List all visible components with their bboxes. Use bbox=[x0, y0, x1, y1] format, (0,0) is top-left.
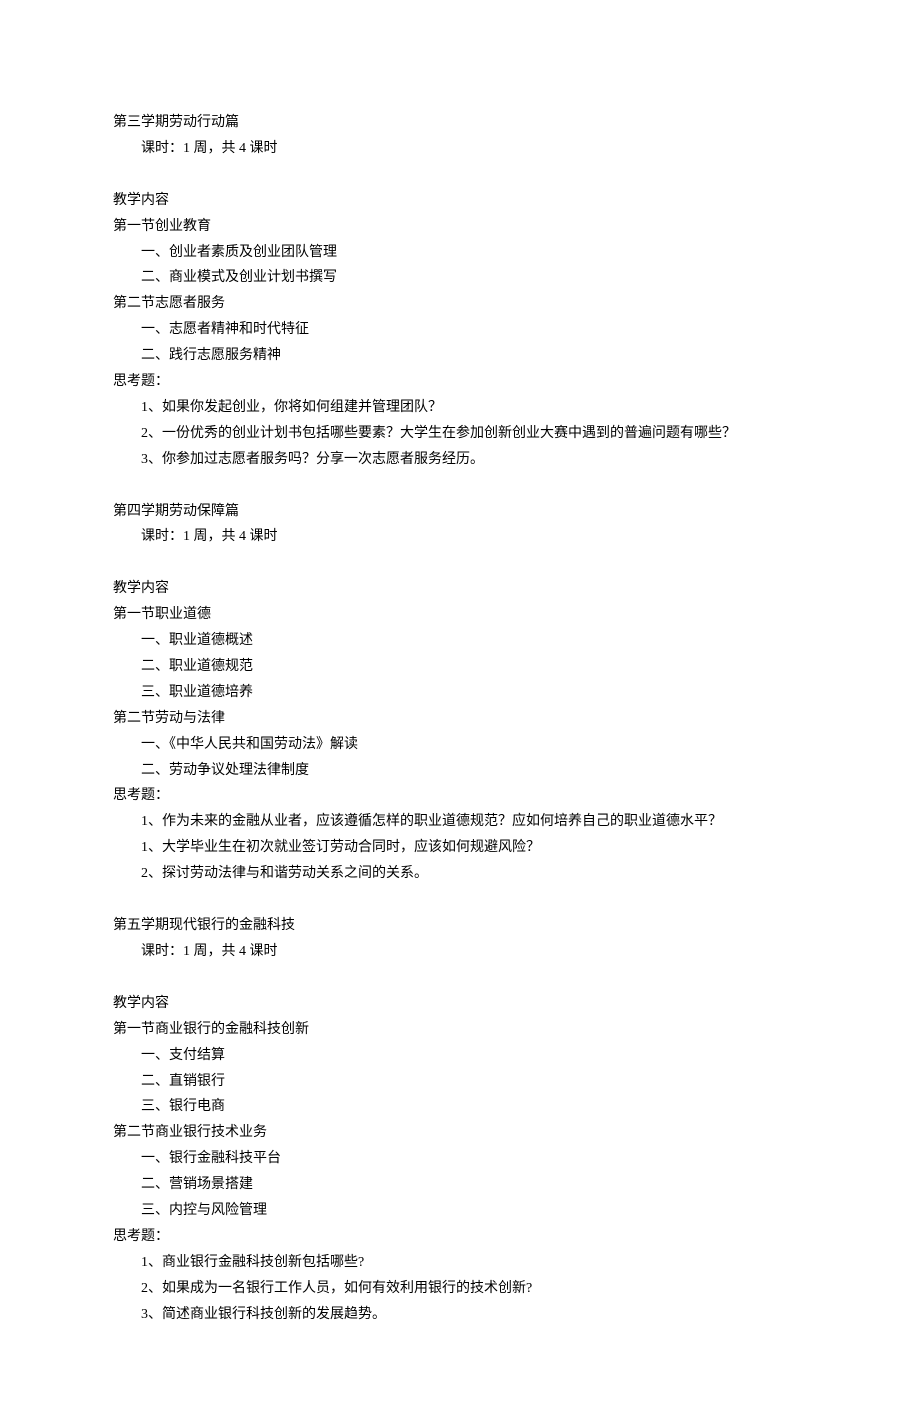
section1-item1: 一、支付结算 bbox=[113, 1043, 807, 1069]
section1-item2: 二、职业道德规范 bbox=[113, 654, 807, 680]
semester5-duration: 课时：1 周，共 4 课时 bbox=[113, 939, 807, 965]
section2-item2: 二、营销场景搭建 bbox=[113, 1172, 807, 1198]
semester4-content: 教学内容 第一节职业道德 一、职业道德概述 二、职业道德规范 三、职业道德培养 … bbox=[113, 576, 807, 887]
question-3: 2、探讨劳动法律与和谐劳动关系之间的关系。 bbox=[113, 861, 807, 887]
question-1: 1、商业银行金融科技创新包括哪些? bbox=[113, 1250, 807, 1276]
content-header: 教学内容 bbox=[113, 991, 807, 1017]
semester3-content: 教学内容 第一节创业教育 一、创业者素质及创业团队管理 二、商业模式及创业计划书… bbox=[113, 188, 807, 473]
semester5-block: 第五学期现代银行的金融科技 课时：1 周，共 4 课时 bbox=[113, 913, 807, 965]
section1-title: 第一节职业道德 bbox=[113, 602, 807, 628]
question-2: 2、一份优秀的创业计划书包括哪些要素？大学生在参加创新创业大赛中遇到的普遍问题有… bbox=[113, 421, 807, 447]
section1-item1: 一、职业道德概述 bbox=[113, 628, 807, 654]
content-header: 教学内容 bbox=[113, 576, 807, 602]
section1-item3: 三、银行电商 bbox=[113, 1094, 807, 1120]
content-header: 教学内容 bbox=[113, 188, 807, 214]
questions-header: 思考题： bbox=[113, 1224, 807, 1250]
section2-title: 第二节劳动与法律 bbox=[113, 706, 807, 732]
section2-item1: 一、《中华人民共和国劳动法》解读 bbox=[113, 732, 807, 758]
section2-title: 第二节志愿者服务 bbox=[113, 291, 807, 317]
question-2: 1、大学毕业生在初次就业签订劳动合同时，应该如何规避风险？ bbox=[113, 835, 807, 861]
section1-item2: 二、直销银行 bbox=[113, 1069, 807, 1095]
question-3: 3、你参加过志愿者服务吗？分享一次志愿者服务经历。 bbox=[113, 447, 807, 473]
section2-item2: 二、劳动争议处理法律制度 bbox=[113, 758, 807, 784]
section1-item1: 一、创业者素质及创业团队管理 bbox=[113, 240, 807, 266]
semester4-duration: 课时：1 周，共 4 课时 bbox=[113, 524, 807, 550]
semester3-duration: 课时：1 周，共 4 课时 bbox=[113, 136, 807, 162]
section2-item1: 一、银行金融科技平台 bbox=[113, 1146, 807, 1172]
question-2: 2、如果成为一名银行工作人员，如何有效利用银行的技术创新? bbox=[113, 1276, 807, 1302]
section2-title: 第二节商业银行技术业务 bbox=[113, 1120, 807, 1146]
semester3-block: 第三学期劳动行动篇 课时：1 周，共 4 课时 bbox=[113, 110, 807, 162]
section1-item2: 二、商业模式及创业计划书撰写 bbox=[113, 265, 807, 291]
question-1: 1、作为未来的金融从业者，应该遵循怎样的职业道德规范？应如何培养自己的职业道德水… bbox=[113, 809, 807, 835]
semester5-content: 教学内容 第一节商业银行的金融科技创新 一、支付结算 二、直销银行 三、银行电商… bbox=[113, 991, 807, 1328]
questions-header: 思考题： bbox=[113, 783, 807, 809]
semester4-block: 第四学期劳动保障篇 课时：1 周，共 4 课时 bbox=[113, 499, 807, 551]
semester4-title: 第四学期劳动保障篇 bbox=[113, 499, 807, 525]
section1-title: 第一节创业教育 bbox=[113, 214, 807, 240]
section2-item1: 一、志愿者精神和时代特征 bbox=[113, 317, 807, 343]
question-1: 1、如果你发起创业，你将如何组建并管理团队？ bbox=[113, 395, 807, 421]
section2-item2: 二、践行志愿服务精神 bbox=[113, 343, 807, 369]
questions-header: 思考题： bbox=[113, 369, 807, 395]
question-3: 3、简述商业银行科技创新的发展趋势。 bbox=[113, 1302, 807, 1328]
section1-item3: 三、职业道德培养 bbox=[113, 680, 807, 706]
semester3-title: 第三学期劳动行动篇 bbox=[113, 110, 807, 136]
section2-item3: 三、内控与风险管理 bbox=[113, 1198, 807, 1224]
semester5-title: 第五学期现代银行的金融科技 bbox=[113, 913, 807, 939]
section1-title: 第一节商业银行的金融科技创新 bbox=[113, 1017, 807, 1043]
